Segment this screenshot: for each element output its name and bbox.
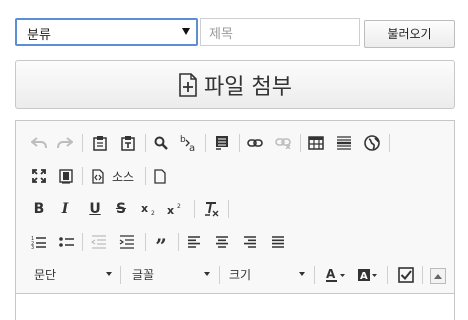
format-dropdown[interactable]: 문단	[34, 263, 112, 285]
editor-content-area[interactable]	[16, 293, 454, 320]
chevron-down-icon	[204, 272, 210, 276]
attach-file-button[interactable]: 파일 첨부	[15, 60, 455, 109]
horizontal-rule-icon[interactable]	[334, 132, 354, 154]
find-icon[interactable]	[151, 132, 171, 154]
svg-text:A: A	[360, 271, 368, 282]
text-color-icon[interactable]: A	[324, 264, 348, 286]
toolbar-row-5: 문단 글꼴 크기 A A	[16, 260, 456, 288]
svg-text:x: x	[167, 204, 174, 216]
toolbar-row-4: 123 ”	[16, 227, 456, 256]
superscript-icon[interactable]: x2	[166, 198, 186, 220]
toolbar-separator	[300, 134, 301, 152]
dropdown-arrow-icon	[182, 28, 190, 35]
toolbar-separator	[422, 266, 423, 284]
svg-text:b: b	[180, 135, 186, 145]
svg-text:A: A	[326, 267, 336, 281]
svg-text:x: x	[141, 202, 148, 215]
source-label[interactable]: 소스	[109, 165, 137, 187]
svg-text:3: 3	[31, 245, 34, 249]
redo-icon[interactable]	[56, 132, 74, 154]
format-dropdown-label: 문단	[34, 267, 57, 282]
toolbar-separator	[145, 134, 146, 152]
toolbar-separator	[239, 134, 240, 152]
toolbar-row-3: B I U S x2 x2	[16, 194, 456, 222]
toolbar-separator	[389, 134, 390, 152]
background-color-icon[interactable]: A	[356, 264, 380, 286]
paste-icon[interactable]	[90, 132, 110, 154]
category-selected-value: 분류	[27, 28, 51, 43]
category-select[interactable]: 분류	[15, 18, 198, 46]
iframe-globe-icon[interactable]	[362, 132, 382, 154]
align-left-icon[interactable]	[185, 231, 203, 253]
toolbar-separator	[178, 233, 179, 251]
font-dropdown[interactable]: 글꼴	[132, 263, 210, 285]
toolbar-separator	[387, 266, 388, 284]
checkbox-icon[interactable]	[396, 264, 416, 286]
toolbar-separator	[219, 266, 220, 284]
strikethrough-icon[interactable]: S	[112, 198, 130, 220]
select-all-icon[interactable]	[212, 132, 232, 154]
source-icon[interactable]	[90, 165, 106, 187]
bulleted-list-icon[interactable]	[58, 231, 76, 253]
rich-text-editor: ba 소스 B I U S x 2 x 2 1 2 3 ” 문단 글꼴 크기 A…	[15, 120, 455, 320]
show-blocks-icon[interactable]	[56, 165, 76, 187]
unlink-icon[interactable]	[273, 132, 293, 154]
bold-icon[interactable]: B	[30, 198, 48, 220]
toolbar-separator	[194, 200, 195, 218]
undo-icon[interactable]	[30, 132, 48, 154]
chevron-down-icon	[299, 272, 305, 276]
maximize-icon[interactable]	[30, 165, 48, 187]
align-right-icon[interactable]	[241, 231, 259, 253]
table-icon[interactable]	[306, 132, 326, 154]
toolbar-separator	[145, 233, 146, 251]
link-icon[interactable]	[245, 132, 265, 154]
remove-format-icon[interactable]	[202, 198, 222, 220]
collapse-toolbar-icon[interactable]	[430, 268, 446, 284]
underline-icon[interactable]: U	[86, 198, 104, 220]
font-dropdown-label: 글꼴	[132, 267, 155, 282]
title-placeholder: 제목	[209, 27, 233, 42]
attach-file-label: 파일 첨부	[204, 74, 292, 100]
replace-icon[interactable]: ba	[177, 132, 199, 154]
toolbar-separator	[314, 266, 315, 284]
font-size-dropdown[interactable]: 크기	[229, 263, 305, 285]
svg-text:2: 2	[177, 203, 181, 210]
font-size-dropdown-label: 크기	[229, 267, 252, 282]
toolbar-separator	[205, 134, 206, 152]
align-justify-icon[interactable]	[269, 231, 287, 253]
file-plus-icon	[179, 72, 197, 97]
outdent-icon[interactable]	[90, 231, 108, 253]
toolbar-separator	[82, 167, 83, 185]
svg-text:2: 2	[151, 210, 155, 216]
toolbar-separator	[145, 167, 146, 185]
toolbar-separator	[82, 233, 83, 251]
toolbar-separator	[120, 266, 121, 284]
toolbar-separator	[228, 200, 229, 218]
load-button[interactable]: 불러오기	[364, 20, 455, 48]
toolbar-row-1: ba	[16, 128, 456, 156]
svg-text:a: a	[189, 143, 195, 152]
align-center-icon[interactable]	[213, 231, 231, 253]
numbered-list-icon[interactable]: 123	[30, 231, 48, 253]
toolbar-separator	[82, 134, 83, 152]
blockquote-icon[interactable]: ”	[151, 231, 171, 256]
chevron-down-icon	[106, 272, 112, 276]
subscript-icon[interactable]: x2	[140, 198, 160, 220]
post-header-row: 분류 제목 불러오기	[15, 18, 455, 48]
italic-icon[interactable]: I	[56, 198, 74, 220]
title-input[interactable]: 제목	[200, 18, 360, 46]
paste-text-icon[interactable]	[118, 132, 138, 154]
toolbar-row-2: 소스	[16, 161, 456, 189]
new-page-icon[interactable]	[152, 165, 168, 187]
indent-icon[interactable]	[118, 231, 136, 253]
